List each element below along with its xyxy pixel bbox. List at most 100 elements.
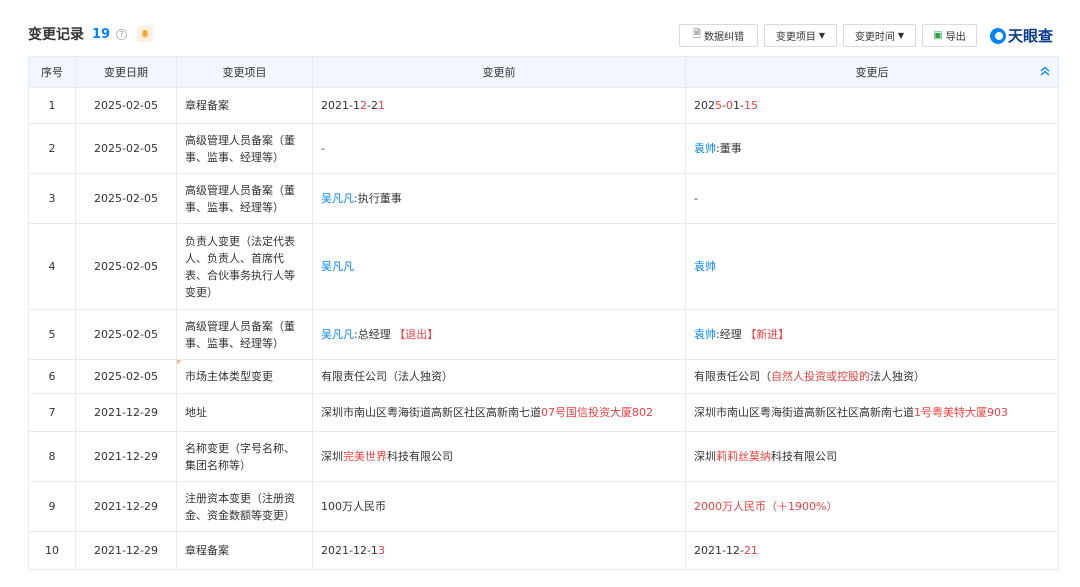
cell-item: 名称变更（字号名称、集团名称等） (176, 431, 313, 482)
cell-text-segment: :经理 (716, 328, 746, 341)
cell-date: 2021-12-29 (75, 481, 177, 532)
cell-text-segment: 202 (694, 99, 715, 112)
change-item-label: 变更项目 (775, 32, 816, 43)
cell-text-segment: 0 (725, 99, 733, 112)
col-item: 变更项目 (176, 56, 313, 88)
table-row: 7 2021-12-29 地址 深圳市南山区粤海街道高新区社区高新南七道07号国信投资… (28, 393, 1059, 432)
cell-text-segment: 1- (732, 99, 744, 112)
change-records-table: 序号 变更日期 变更项目 变更前 变更后 1 2025-02-05 章程备案 2021… (28, 56, 1059, 570)
table-row: 9 2021-12-29 注册资本变更（注册资金、资金数额等变更） 100万人民币 20… (28, 481, 1059, 532)
cell-text-segment: 法人独资） (870, 370, 925, 383)
cell-text-segment: 科技有限公司 (387, 450, 453, 463)
cell-item: 高级管理人员备案（董事、监事、经理等） (176, 123, 313, 174)
cell-text-segment: 2021-1 (321, 99, 360, 112)
logo-text: 天眼查 (1008, 27, 1054, 45)
cell-seq: 9 (28, 481, 76, 532)
cell-after: 有限责任公司（自然人投资或控股的法人独资） (685, 359, 1059, 394)
col-after: 变更后 (685, 56, 1059, 88)
cell-text-segment: - (321, 142, 325, 155)
table-row: 2 2025-02-05 高级管理人员备案（董事、监事、经理等） - 袁帅:董事 (28, 123, 1059, 174)
change-records-header: 变更记录 19 ? 🗎 数据纠错 变更项目 ▼ 变更时间 ▼ ▣ 导出 天眼查 (0, 0, 1080, 56)
cell-before: 有限责任公司（法人独资） (312, 359, 686, 394)
logo-mark-icon (990, 27, 1006, 44)
col-before: 变更前 (312, 56, 686, 88)
cell-date: 2021-12-29 (75, 431, 177, 482)
cell-date: 2025-02-05 (75, 359, 177, 394)
cell-seq: 6 (28, 359, 76, 394)
export-button[interactable]: ▣ 导出 (922, 24, 977, 47)
cell-after: 2000万人民币（＋1900%） (685, 481, 1059, 532)
cell-text-segment: 100万人民币 (321, 500, 386, 513)
excel-icon: ▣ (933, 30, 943, 41)
change-time-dropdown[interactable]: 变更时间 ▼ (843, 24, 916, 47)
cell-text-segment: 5 (715, 99, 722, 112)
edit-doc-icon: 🗎 (692, 29, 702, 40)
cell-before: 吴凡凡:执行董事 (312, 173, 686, 224)
cell-seq: 5 (28, 309, 76, 360)
person-link[interactable]: 袁帅 (694, 328, 716, 341)
cell-after: - (685, 173, 1059, 224)
cell-date: 2025-02-05 (75, 309, 177, 360)
cell-before: 100万人民币 (312, 481, 686, 532)
cell-text-segment: 【退出】 (394, 328, 439, 341)
person-link[interactable]: 袁帅 (694, 142, 716, 155)
cell-text-segment: 2000万人民币（＋1900%） (694, 500, 838, 513)
cell-item-text: 注册资本变更（注册资金、资金数额等变更） (185, 491, 295, 522)
collapse-icon[interactable] (1040, 66, 1050, 79)
cell-item: 负责人变更（法定代表人、负责人、首席代表、合伙事务执行人等变更） (176, 223, 313, 310)
cell-date: 2025-02-05 (75, 123, 177, 174)
change-time-label: 变更时间 (854, 32, 895, 43)
cell-text-segment: 21 (743, 544, 758, 557)
table-body: 1 2025-02-05 章程备案 2021-12-21 2025-01-15 2 2025… (28, 87, 1059, 570)
change-item-dropdown[interactable]: 变更项目 ▼ (764, 24, 837, 47)
person-link[interactable]: 吴凡凡 (321, 260, 354, 273)
person-link[interactable]: 吴凡凡 (321, 192, 354, 205)
col-date: 变更日期 (75, 56, 177, 88)
cell-item: 高级管理人员备案（董事、监事、经理等） (176, 309, 313, 360)
caret-down-icon: ▼ (897, 31, 905, 40)
cell-item-text: 地址 (185, 406, 207, 419)
cell-before: 深圳市南山区粤海街道高新区社区高新南七道07号国信投资大厦802 (312, 393, 686, 432)
cell-after: 2025-01-15 (685, 87, 1059, 124)
cell-seq: 1 (28, 87, 76, 124)
cell-text-segment: 完美世界 (343, 450, 387, 463)
cell-text-segment: 2 (359, 99, 367, 112)
cell-seq: 8 (28, 431, 76, 482)
data-correction-button[interactable]: 🗎 数据纠错 (679, 24, 758, 47)
cell-text-segment: :总经理 (354, 328, 395, 341)
cell-date: 2025-02-05 (75, 173, 177, 224)
cell-item-text: 负责人变更（法定代表人、负责人、首席代表、合伙事务执行人等变更） (185, 234, 295, 299)
table-row: 3 2025-02-05 高级管理人员备案（董事、监事、经理等） 吴凡凡:执行董事 - (28, 173, 1059, 224)
cell-item: 注册资本变更（注册资金、资金数额等变更） (176, 481, 313, 532)
cell-item-text: 高级管理人员备案（董事、监事、经理等） (185, 133, 295, 164)
table-row: 6 2025-02-05 市场主体类型变更 有限责任公司（法人独资） 有限责任公司（自然… (28, 359, 1059, 394)
cell-item: 市场主体类型变更 (176, 359, 313, 394)
caret-down-icon: ▼ (818, 31, 826, 40)
col-seq: 序号 (28, 56, 76, 88)
cell-before: 吴凡凡:总经理 【退出】 (312, 309, 686, 360)
cell-text-segment: 深圳市南山区粤海街道高新区社区高新南七道 (321, 406, 541, 419)
cell-text-segment: 深圳 (321, 450, 343, 463)
table-header-row: 序号 变更日期 变更项目 变更前 变更后 (28, 56, 1059, 88)
cell-seq: 2 (28, 123, 76, 174)
cell-text-segment: 1 (377, 99, 385, 112)
cell-date: 2025-02-05 (75, 87, 177, 124)
cell-text-segment: - (694, 192, 698, 205)
person-link[interactable]: 袁帅 (694, 260, 716, 273)
cell-text-segment: 有限责任公司（ (694, 370, 771, 383)
cell-after: 袁帅:经理 【新进】 (685, 309, 1059, 360)
cell-text-segment: :董事 (716, 142, 742, 155)
cell-seq: 7 (28, 393, 76, 432)
export-label: 导出 (945, 32, 966, 43)
cell-date: 2021-12-29 (75, 531, 177, 570)
cell-before: 2021-12-13 (312, 531, 686, 570)
data-correction-label: 数据纠错 (704, 32, 745, 43)
cell-after: 袁帅 (685, 223, 1059, 310)
col-after-label: 变更后 (855, 66, 889, 79)
person-link[interactable]: 吴凡凡 (321, 328, 354, 341)
cell-after: 袁帅:董事 (685, 123, 1059, 174)
cell-item: 章程备案 (176, 531, 313, 570)
cell-text-segment: 有限责任公司（法人独资） (321, 370, 453, 383)
cell-item: 地址 (176, 393, 313, 432)
tianyancha-logo[interactable]: 天眼查 (990, 25, 1053, 46)
